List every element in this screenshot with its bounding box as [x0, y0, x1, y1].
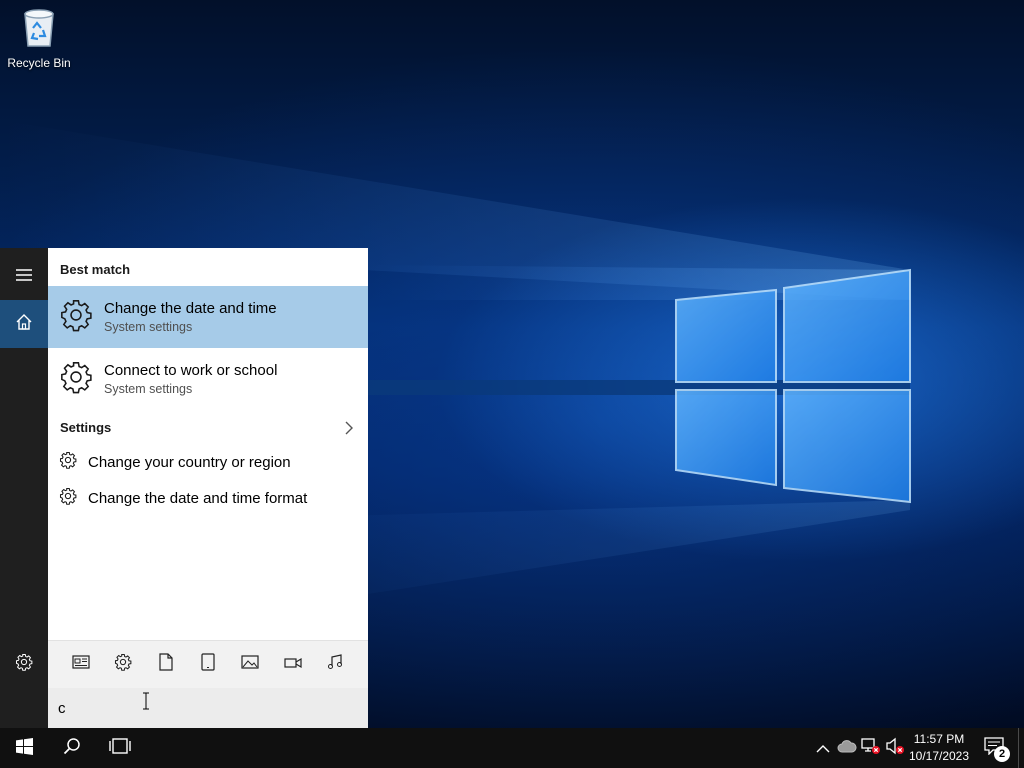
show-desktop-button[interactable] [1018, 728, 1024, 768]
best-match-title: Change the date and time [104, 300, 277, 317]
network-button[interactable] [861, 738, 881, 758]
volume-button[interactable] [885, 737, 905, 759]
best-match-subtitle: System settings [104, 320, 193, 334]
expand-menu-button[interactable] [0, 252, 48, 300]
start-rail [0, 248, 48, 728]
recycle-bin-icon [19, 6, 59, 52]
gear-icon [15, 653, 33, 675]
gear-icon [59, 360, 93, 399]
hamburger-icon [15, 267, 33, 286]
action-center-button[interactable]: 2 [978, 728, 1010, 768]
best-match-subtitle: System settings [104, 382, 193, 396]
filter-settings-button[interactable] [108, 650, 138, 680]
document-icon [159, 653, 173, 676]
search-icon [63, 737, 81, 759]
best-match-item[interactable]: Change the date and time System settings [48, 286, 368, 348]
search-box[interactable] [48, 688, 368, 728]
windows-logo-icon [15, 737, 33, 759]
recycle-bin-shortcut[interactable]: Recycle Bin [4, 6, 74, 76]
gear-icon [59, 487, 77, 510]
filter-photos-button[interactable] [235, 650, 265, 680]
network-disconnected-icon [861, 737, 881, 759]
home-icon [15, 313, 33, 335]
recycle-bin-label: Recycle Bin [7, 56, 71, 70]
text-cursor-icon [142, 692, 150, 715]
clock-button[interactable]: 11:57 PM 10/17/2023 [904, 731, 974, 765]
best-match-item[interactable]: Connect to work or school System setting… [48, 348, 368, 410]
show-hidden-icons-button[interactable] [813, 738, 833, 758]
filter-documents-button[interactable] [151, 650, 181, 680]
search-input[interactable] [58, 697, 358, 719]
chevron-right-icon[interactable] [344, 420, 354, 441]
onedrive-button[interactable] [837, 738, 857, 758]
settings-button[interactable] [0, 640, 48, 688]
gear-icon [59, 451, 77, 474]
photo-icon [241, 655, 259, 674]
home-button[interactable] [0, 300, 48, 348]
chevron-up-icon [816, 739, 830, 758]
settings-result-item[interactable]: Change your country or region [48, 445, 368, 479]
clock-date: 10/17/2023 [908, 749, 970, 763]
settings-heading: Settings [60, 420, 112, 435]
search-filter-bar [48, 640, 368, 688]
settings-result-item[interactable]: Change the date and time format [48, 481, 368, 515]
speaker-muted-icon [885, 737, 905, 759]
notification-count-badge: 2 [994, 746, 1010, 762]
tablet-icon [201, 653, 215, 676]
filter-videos-button[interactable] [278, 650, 308, 680]
music-icon [327, 654, 343, 675]
best-match-heading: Best match [60, 262, 131, 277]
gear-icon [114, 653, 132, 676]
gear-icon [59, 298, 93, 337]
clock-time: 11:57 PM [913, 732, 965, 746]
search-panel: Best match Change the date and time Syst… [48, 248, 368, 728]
filter-music-button[interactable] [320, 650, 350, 680]
taskbar: 11:57 PM 10/17/2023 2 [0, 728, 1024, 768]
news-icon [72, 655, 90, 674]
video-icon [283, 656, 302, 674]
task-view-icon [109, 738, 131, 758]
cloud-icon [837, 739, 857, 758]
settings-result-label: Change your country or region [88, 453, 291, 471]
best-match-title: Connect to work or school [104, 362, 278, 379]
task-view-button[interactable] [96, 728, 144, 768]
settings-result-label: Change the date and time format [88, 489, 308, 507]
start-button[interactable] [0, 728, 48, 768]
filter-apps-button[interactable] [193, 650, 223, 680]
filter-news-button[interactable] [66, 650, 96, 680]
search-button[interactable] [48, 728, 96, 768]
